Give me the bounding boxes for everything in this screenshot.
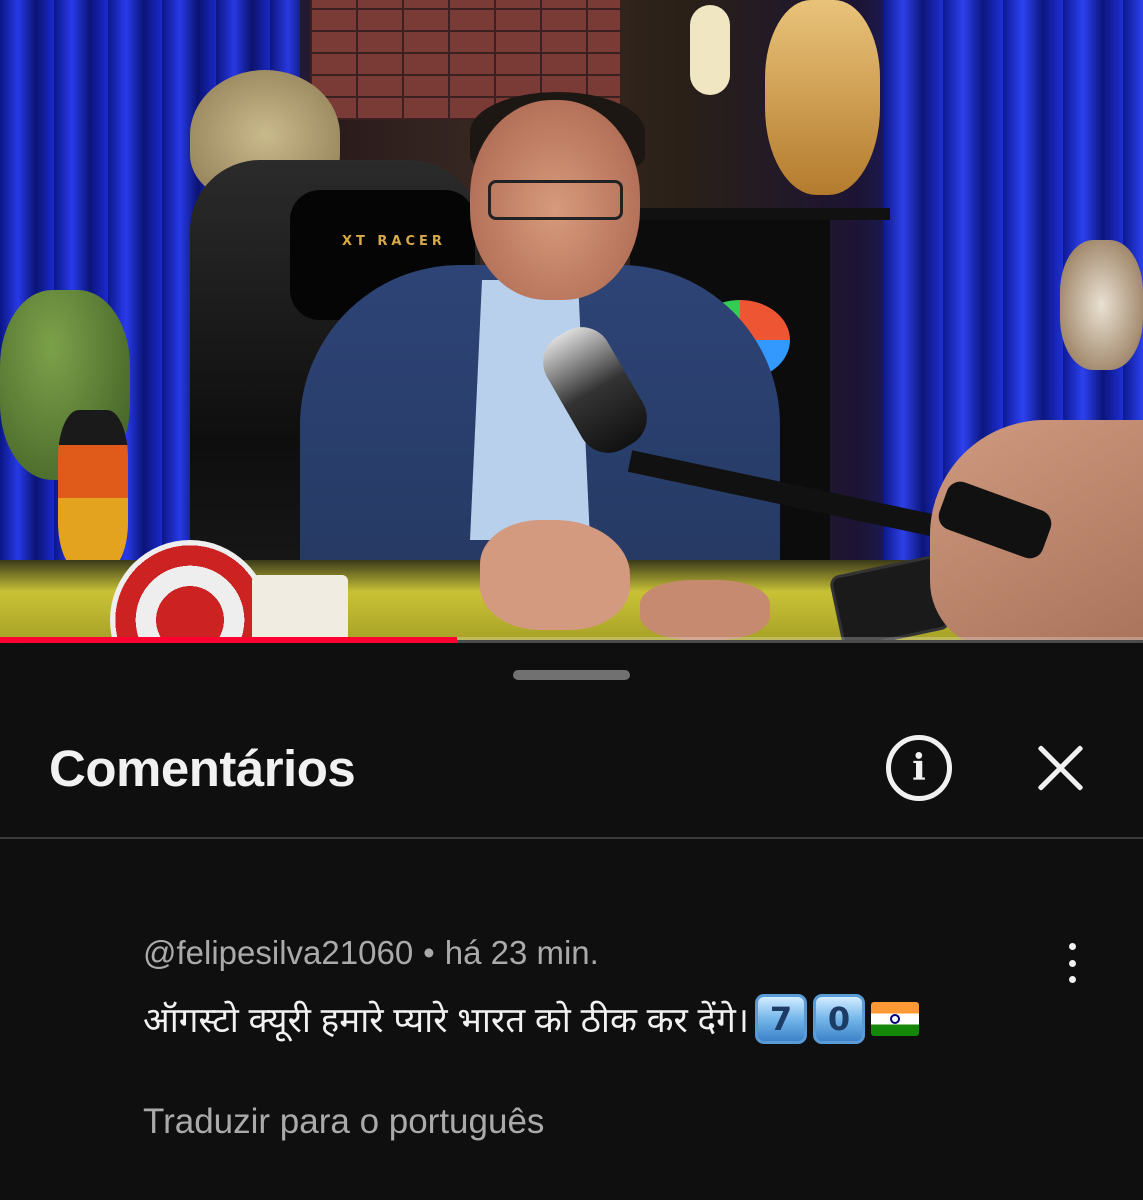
speaker-glasses — [488, 180, 623, 220]
sheet-title: Comentários — [49, 740, 356, 797]
speaker-hand-left — [640, 580, 770, 640]
info-icon[interactable]: i — [886, 735, 952, 801]
video-progress-bar[interactable] — [0, 637, 1143, 643]
more-vertical-icon[interactable] — [1058, 943, 1086, 983]
comment-author[interactable]: @felipesilva21060 — [143, 934, 413, 971]
video-player[interactable]: XT RACER — [0, 0, 1143, 640]
comment-body: ऑगस्टो क्यूरी हमारे प्यारे भारत को ठीक क… — [143, 994, 920, 1044]
jason-mask — [765, 0, 880, 195]
meta-separator: • — [423, 934, 435, 971]
keycap-0-emoji: 0 — [813, 994, 866, 1044]
mug — [252, 575, 348, 640]
drag-handle[interactable] — [513, 670, 630, 680]
comment-time: há 23 min. — [444, 934, 599, 971]
translate-button[interactable]: Traduzir para o português — [143, 1102, 544, 1142]
comments-sheet: Comentários i @felipesilva21060 • há 23 mi… — [0, 646, 1143, 1200]
comment-meta: @felipesilva21060 • há 23 min. — [143, 934, 599, 972]
gremlin-figure — [1060, 240, 1143, 370]
speaker-hand — [480, 520, 630, 630]
goku-figure — [58, 410, 128, 570]
previous-comment-clipped — [150, 832, 510, 850]
keycap-7-emoji: 7 — [755, 994, 808, 1044]
india-flag-icon — [871, 1002, 920, 1036]
forky-figure — [690, 5, 730, 95]
chair-logo: XT RACER — [342, 234, 446, 249]
close-icon[interactable] — [1034, 742, 1088, 796]
comment-text: ऑगस्टो क्यूरी हमारे प्यारे भारत को ठीक क… — [143, 1000, 750, 1040]
video-progress-fill — [0, 637, 458, 643]
